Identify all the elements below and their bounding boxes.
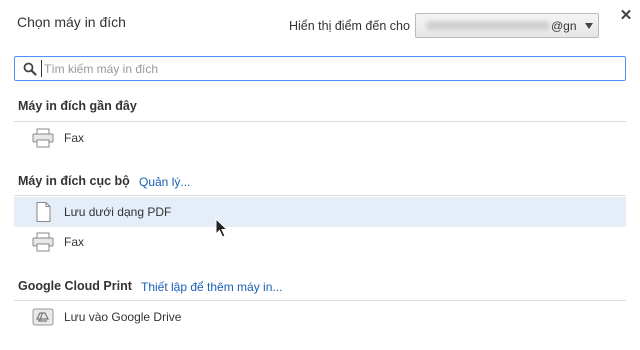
print-destination-dialog: Chọn máy in đích ✕ Hiển thị điểm đến cho… (0, 0, 640, 350)
document-icon (36, 202, 51, 222)
destination-account-label: Hiển thị điểm đến cho (289, 19, 410, 33)
account-suffix: @gn (551, 19, 577, 33)
account-redacted (426, 21, 550, 30)
cloud-print-header: Google Cloud Print (18, 279, 132, 293)
list-item-recent-fax[interactable]: Fax (14, 123, 626, 153)
divider (14, 300, 626, 301)
google-drive-icon (32, 308, 54, 326)
list-item-label: Fax (64, 131, 85, 145)
recent-destinations-header: Máy in đích gần đây (18, 99, 137, 113)
list-item-save-as-pdf[interactable]: Lưu dưới dạng PDF (14, 197, 626, 227)
list-item-label: Fax (64, 235, 85, 249)
list-item-label: Lưu dưới dạng PDF (64, 205, 172, 219)
divider (14, 195, 626, 196)
manage-link[interactable]: Quản lý... (139, 175, 190, 189)
list-item-google-drive[interactable]: Lưu vào Google Drive (14, 302, 626, 332)
setup-printers-link[interactable]: Thiết lập để thêm máy in... (141, 280, 282, 294)
divider (14, 121, 626, 122)
search-input[interactable] (41, 60, 611, 77)
account-select[interactable]: @gn (415, 13, 599, 38)
chevron-down-icon (585, 23, 593, 29)
local-destinations-header: Máy in đích cục bộ (18, 174, 130, 188)
list-item-label: Lưu vào Google Drive (64, 310, 182, 324)
dialog-title: Chọn máy in đích (17, 14, 126, 30)
printer-icon (32, 232, 54, 252)
list-item-local-fax[interactable]: Fax (14, 227, 626, 257)
printer-icon (32, 128, 54, 148)
close-icon[interactable]: ✕ (618, 8, 634, 24)
search-box[interactable] (14, 56, 626, 81)
mouse-pointer-icon (215, 218, 229, 238)
search-icon (23, 62, 37, 76)
